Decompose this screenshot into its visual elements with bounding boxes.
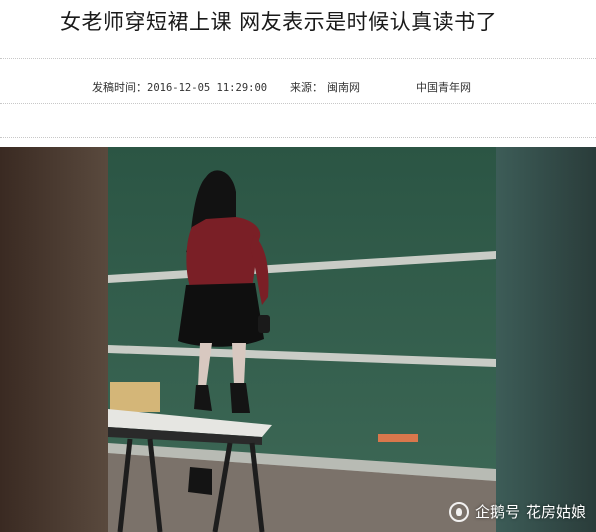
watermark: 企鹅号 花房姑娘 [448,501,586,522]
watermark-platform: 企鹅号 [474,503,520,521]
divider [0,137,596,138]
eraser [378,434,418,442]
handbag [258,315,270,333]
source: 来源： 闽南网 [290,79,360,95]
leg [232,343,246,385]
source-link[interactable]: 闽南网 [327,81,360,94]
outlet-link[interactable]: 中国青年网 [416,79,471,95]
skirt [178,283,264,347]
article-photo: 企鹅号 花房姑娘 [0,147,596,532]
divider [0,58,596,59]
divider [0,103,596,104]
photo-illustration [0,147,596,532]
publish-time-value: 2016-12-05 11:29:00 [147,82,268,94]
box [110,382,160,412]
left-blur [0,147,110,532]
article-title: 女老师穿短裙上课 网友表示是时候认真读书了 [60,10,498,34]
source-label: 来源： [290,81,323,94]
penguin-icon [448,501,469,522]
publish-time: 发稿时间：2016-12-05 11:29:00 [92,79,267,95]
right-blur [494,147,596,532]
watermark-account: 花房姑娘 [525,503,586,521]
publish-time-label: 发稿时间： [92,81,147,94]
boot-shadow [188,467,212,495]
sweater [186,217,261,287]
